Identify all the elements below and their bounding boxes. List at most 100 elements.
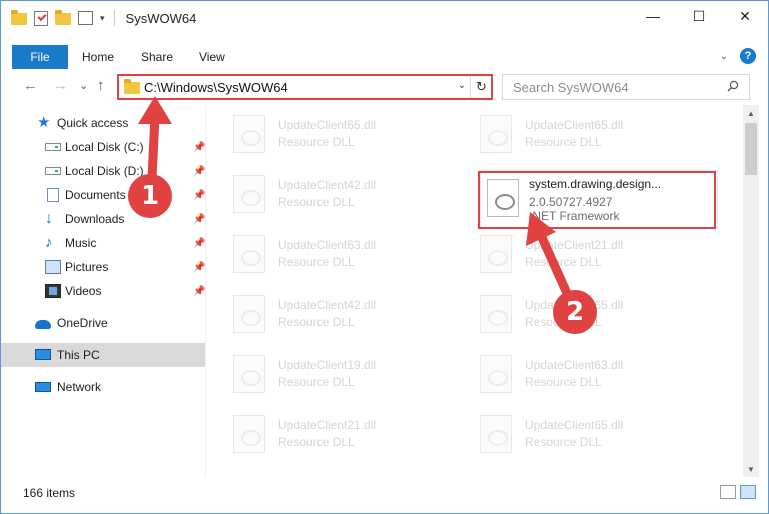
pin-icon[interactable]: 📌 [193, 214, 205, 225]
list-item[interactable]: UpdateClient42.dll Resource DLL [233, 171, 473, 221]
close-button[interactable]: ✕ [722, 1, 768, 31]
list-item[interactable]: UpdateClient63.dll Resource DLL [480, 351, 720, 401]
scroll-down-icon[interactable]: ▼ [743, 461, 759, 477]
quick-access-toolbar: ▾ SysWOW64 [11, 10, 196, 26]
file-name: UpdateClient65.dll [525, 418, 624, 432]
list-item[interactable]: UpdateClient65.dll Resource DLL [480, 411, 720, 461]
dll-file-icon [480, 235, 512, 273]
dll-file-icon [233, 295, 265, 333]
file-name: UpdateClient65.dll [278, 118, 377, 132]
tab-share[interactable]: Share [141, 45, 173, 69]
file-name: UpdateClient42.dll [278, 298, 377, 312]
file-name: UpdateClient21.dll [278, 418, 377, 432]
dll-file-icon [233, 175, 265, 213]
dll-file-icon [480, 295, 512, 333]
status-bar: 166 items [1, 481, 768, 505]
pin-icon[interactable]: 📌 [193, 190, 205, 201]
ribbon-tabs: File Home Share View ⌄ ? [1, 45, 768, 69]
pin-icon[interactable]: 📌 [193, 286, 205, 297]
sidebar-item-label: Network [57, 380, 102, 394]
details-view-icon[interactable] [720, 485, 736, 499]
file-list: UpdateClient65.dll Resource DLL UpdateCl… [207, 105, 743, 477]
pin-icon[interactable]: 📌 [193, 142, 205, 153]
sidebar-item-downloads[interactable]: ↓ Downloads 📌 [1, 207, 205, 231]
properties-check-icon[interactable] [34, 10, 48, 26]
sidebar-item-label: Music [65, 236, 97, 250]
search-icon [727, 80, 739, 92]
sidebar-item-network[interactable]: Network [1, 375, 205, 399]
file-type: Resource DLL [525, 135, 602, 149]
scroll-up-icon[interactable]: ▲ [743, 105, 759, 121]
sidebar-item-music[interactable]: ♪ Music 📌 [1, 231, 205, 255]
scrollbar-thumb[interactable] [745, 123, 757, 175]
tab-home[interactable]: Home [82, 45, 114, 69]
file-type: Resource DLL [525, 375, 602, 389]
file-name: UpdateClient63.dll [525, 358, 624, 372]
file-highlight [478, 171, 716, 229]
file-type: Resource DLL [278, 435, 355, 449]
vertical-scrollbar[interactable]: ▲ ▼ [743, 105, 759, 477]
sidebar-item-onedrive[interactable]: OneDrive [1, 311, 205, 335]
forward-arrow-icon[interactable]: → [53, 77, 68, 94]
pictures-icon [45, 260, 61, 274]
this-pc-icon [35, 349, 51, 360]
list-item[interactable]: UpdateClient21.dll Resource DLL [233, 411, 473, 461]
file-type: Resource DLL [278, 375, 355, 389]
downloads-icon: ↓ [45, 210, 53, 227]
search-input[interactable]: Search SysWOW64 [502, 74, 750, 100]
pin-icon[interactable]: 📌 [193, 238, 205, 249]
item-count: 166 items [23, 486, 76, 500]
tab-file[interactable]: File [12, 45, 68, 69]
sidebar-item-videos[interactable]: Videos 📌 [1, 279, 205, 303]
file-name: UpdateClient21.dll [525, 238, 624, 252]
sidebar-item-this-pc[interactable]: This PC [1, 343, 205, 367]
search-placeholder: Search SysWOW64 [513, 80, 629, 95]
recent-locations-chevron-icon[interactable]: ⌄ [79, 79, 88, 92]
list-item[interactable]: UpdateClient63.dll Resource DLL [233, 231, 473, 281]
window-title: SysWOW64 [125, 10, 197, 26]
videos-icon [45, 284, 61, 298]
new-folder-icon[interactable] [55, 10, 71, 25]
sidebar-item-documents[interactable]: Documents 📌 [1, 183, 205, 207]
sidebar-item-local-disk-c[interactable]: Local Disk (C:) 📌 [1, 135, 205, 159]
large-icons-view-icon[interactable] [740, 485, 756, 499]
customize-qat-chevron-icon[interactable]: ▾ [100, 13, 105, 24]
file-type: Resource DLL [278, 255, 355, 269]
list-item[interactable]: UpdateClient21.dll Resource DLL [480, 231, 720, 281]
file-type: Resource DLL [278, 195, 355, 209]
pin-icon[interactable]: 📌 [193, 262, 205, 273]
sidebar-item-label: Pictures [65, 260, 109, 274]
divider [113, 10, 115, 26]
onedrive-icon [35, 320, 51, 329]
address-bar-highlight [117, 74, 493, 100]
list-item[interactable]: UpdateClient65.dll Resource DLL [480, 111, 720, 161]
list-item[interactable]: UpdateClient42.dll Resource DLL [233, 291, 473, 341]
list-item[interactable]: UpdateClient65.dll Resource DLL [233, 111, 473, 161]
chevron-down-icon[interactable]: ⌄ [720, 51, 728, 62]
rename-icon[interactable] [78, 11, 93, 25]
folder-icon [11, 10, 27, 25]
up-arrow-icon[interactable]: ↑ [97, 77, 105, 94]
file-name: UpdateClient65.dll [525, 118, 624, 132]
sidebar-item-label: Quick access [57, 116, 129, 130]
list-item[interactable]: UpdateClient65.dll Resource DLL [480, 291, 720, 341]
back-arrow-icon[interactable]: ← [23, 77, 38, 94]
maximize-button[interactable]: ☐ [676, 1, 722, 31]
dll-file-icon [233, 115, 265, 153]
disk-icon [45, 143, 61, 151]
help-icon[interactable]: ? [740, 48, 756, 64]
pin-icon[interactable]: 📌 [193, 166, 205, 177]
dll-file-icon [233, 415, 265, 453]
list-item[interactable]: UpdateClient19.dll Resource DLL [233, 351, 473, 401]
tab-view[interactable]: View [199, 45, 225, 69]
minimize-button[interactable]: — [630, 1, 676, 31]
file-type: Resource DLL [525, 255, 602, 269]
step-1-badge: 1 [128, 174, 172, 218]
dll-file-icon [480, 415, 512, 453]
sidebar-item-pictures[interactable]: Pictures 📌 [1, 255, 205, 279]
sidebar-item-label: Downloads [65, 212, 125, 226]
sidebar-item-local-disk-d[interactable]: Local Disk (D:) 📌 [1, 159, 205, 183]
dll-file-icon [233, 355, 265, 393]
sidebar-item-quick-access[interactable]: ★ Quick access [1, 111, 205, 135]
music-icon: ♪ [45, 234, 53, 251]
